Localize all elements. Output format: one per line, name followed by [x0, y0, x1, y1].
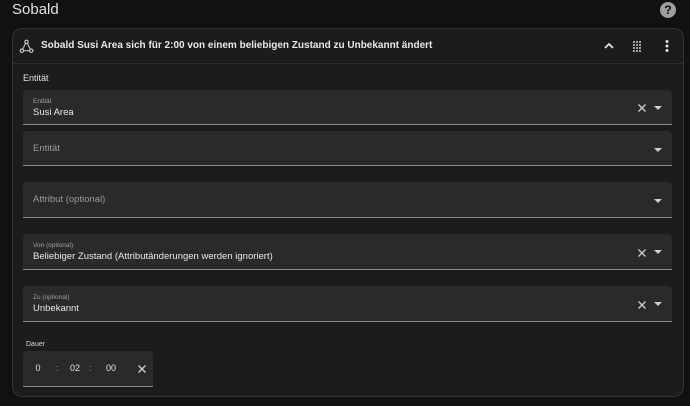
- duration-separator: :: [89, 363, 92, 373]
- from-field[interactable]: Von (optional) Beliebiger Zustand (Attri…: [23, 234, 672, 270]
- entity-field[interactable]: Entität Susi Area: [23, 90, 672, 125]
- dropdown-arrow-icon[interactable]: [653, 105, 663, 111]
- duration-seconds[interactable]: 00: [99, 363, 123, 373]
- entity-field-placeholder: Entität: [33, 143, 60, 154]
- chevron-up-icon[interactable]: [600, 37, 618, 55]
- entity-field-empty[interactable]: Entität: [23, 131, 672, 166]
- close-icon[interactable]: [636, 102, 648, 114]
- drag-handle-icon[interactable]: [628, 37, 646, 55]
- attribute-field[interactable]: Attribut (optional): [23, 182, 672, 218]
- duration-input: 0 : 02 : 00: [23, 351, 153, 387]
- trigger-icon: [19, 39, 34, 53]
- duration-separator: :: [56, 363, 59, 373]
- section-label: Entität: [23, 73, 49, 83]
- to-field-label: Zu (optional): [33, 294, 70, 301]
- from-field-label: Von (optional): [33, 242, 74, 249]
- attribute-field-placeholder: Attribut (optional): [33, 194, 106, 205]
- close-icon[interactable]: [636, 247, 648, 259]
- duration-hours[interactable]: 0: [26, 363, 50, 373]
- dropdown-arrow-icon[interactable]: [653, 198, 663, 204]
- from-field-value: Beliebiger Zustand (Attributänderungen w…: [33, 251, 273, 262]
- card-header[interactable]: Sobald Susi Area sich für 2:00 von einem…: [13, 29, 683, 64]
- duration-label: Dauer: [26, 341, 46, 348]
- entity-field-value: Susi Area: [33, 107, 74, 118]
- dropdown-arrow-icon[interactable]: [653, 249, 663, 255]
- card-title: Sobald Susi Area sich für 2:00 von einem…: [41, 40, 433, 51]
- dropdown-arrow-icon[interactable]: [653, 147, 663, 153]
- trigger-card: Sobald Susi Area sich für 2:00 von einem…: [12, 28, 684, 397]
- close-icon[interactable]: [136, 363, 148, 375]
- entity-field-label: Entität: [33, 98, 52, 105]
- more-vertical-icon[interactable]: [658, 37, 676, 55]
- to-field[interactable]: Zu (optional) Unbekannt: [23, 286, 672, 322]
- help-icon[interactable]: ?: [660, 2, 676, 18]
- close-icon[interactable]: [636, 299, 648, 311]
- duration-minutes[interactable]: 02: [63, 363, 87, 373]
- to-field-value: Unbekannt: [33, 303, 79, 314]
- page-title: Sobald: [12, 1, 59, 18]
- dropdown-arrow-icon[interactable]: [653, 301, 663, 307]
